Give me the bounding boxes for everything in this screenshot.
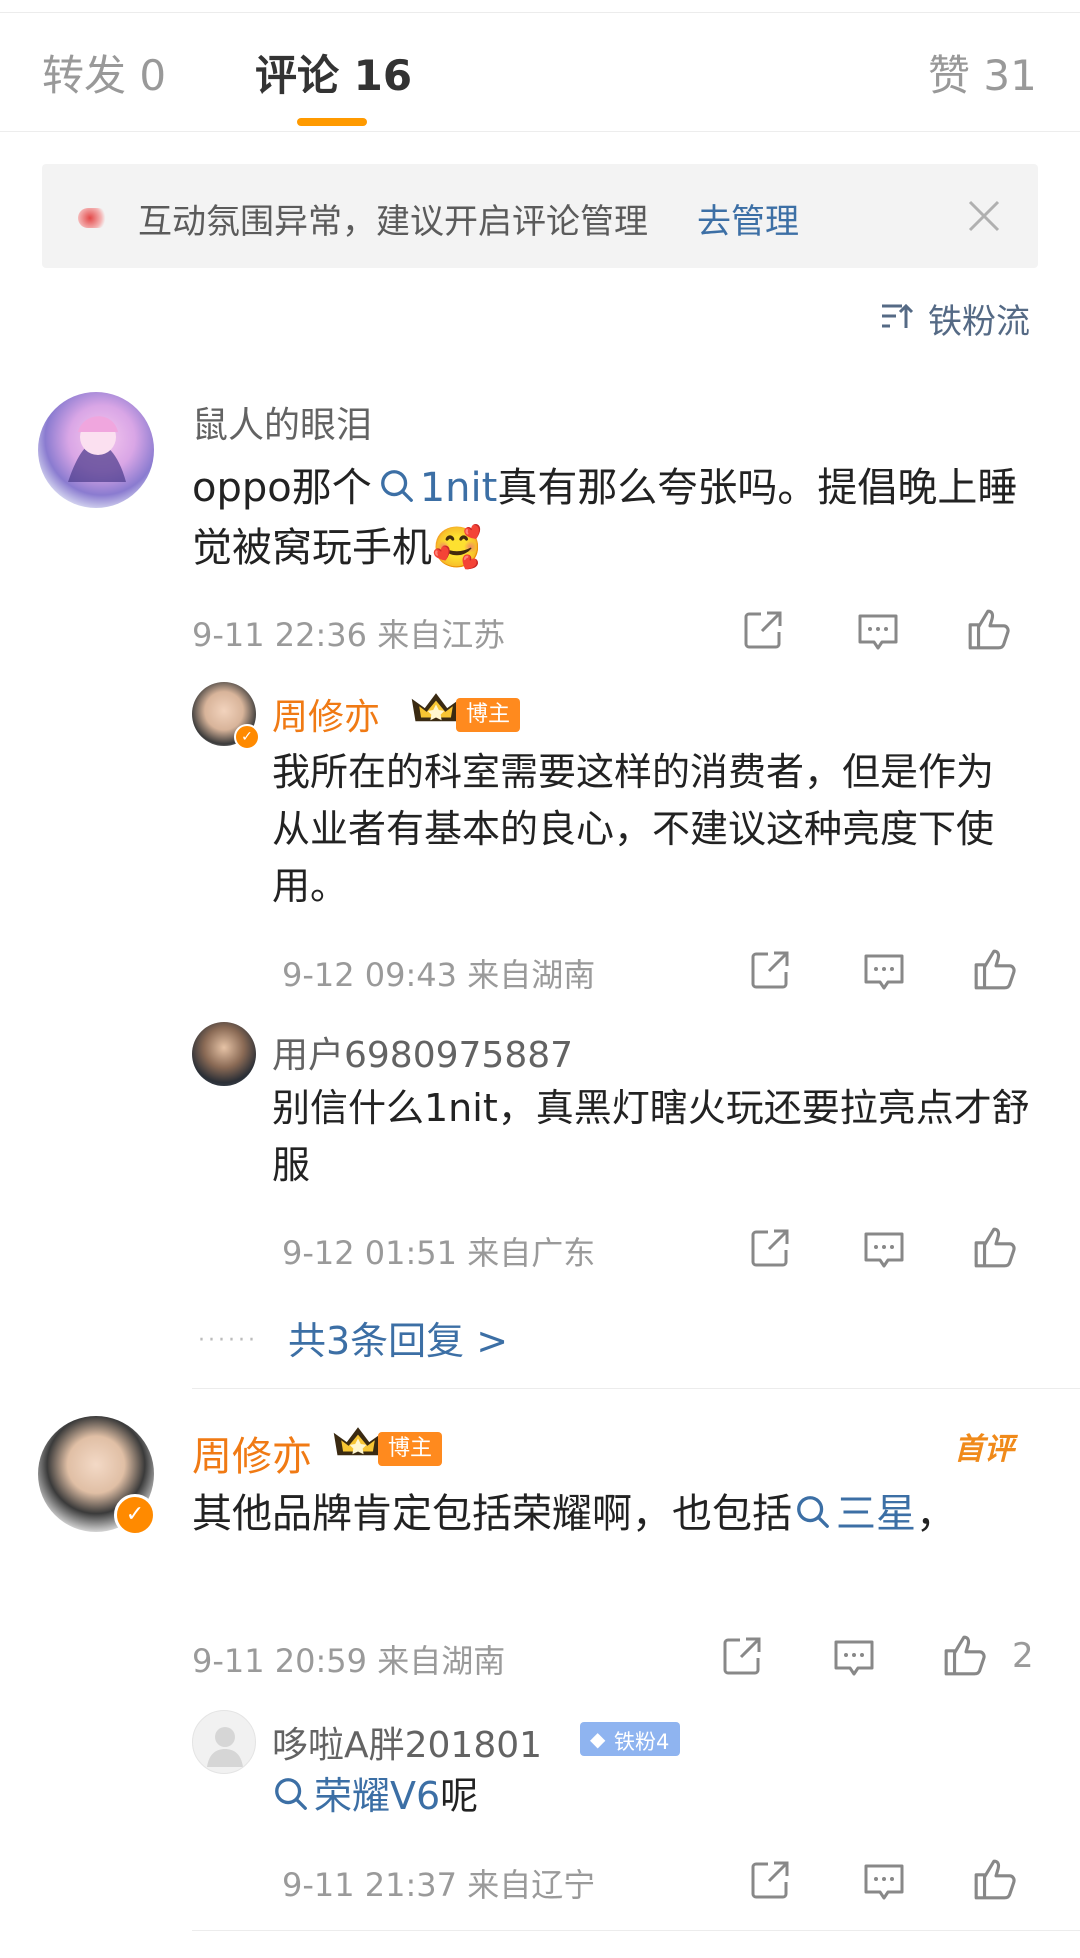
reply-meta: 9-12 09:43 来自湖南 bbox=[282, 956, 596, 994]
verified-icon: ✓ bbox=[114, 1494, 156, 1536]
like-icon[interactable] bbox=[972, 1856, 1018, 1902]
share-icon[interactable] bbox=[748, 1858, 792, 1902]
blogger-badge: 博主 bbox=[378, 1432, 442, 1466]
emoji: 🥰 bbox=[432, 525, 482, 571]
tab-like[interactable]: 赞 31 bbox=[928, 42, 1037, 103]
top-divider bbox=[0, 12, 1080, 13]
reply-text: 别信什么1nit，真黑灯瞎火玩还要拉亮点才舒服 bbox=[272, 1086, 1030, 1187]
reply-meta: 9-12 01:51 来自广东 bbox=[282, 1234, 596, 1272]
reply-author[interactable]: 用户6980975887 bbox=[272, 1026, 573, 1078]
comment-icon[interactable] bbox=[862, 950, 906, 994]
reply-author[interactable]: 哆啦A胖201801 bbox=[272, 1716, 542, 1768]
tab-repost[interactable]: 转发 0 bbox=[42, 42, 166, 103]
tabbar-divider bbox=[0, 131, 1080, 132]
comment-text: 其他品牌肯定包括荣耀啊，也包括 三星， bbox=[192, 1484, 992, 1544]
sort-label[interactable]: 铁粉流 bbox=[928, 294, 1030, 343]
comment-divider bbox=[192, 1930, 1080, 1931]
search-icon bbox=[378, 467, 416, 505]
comment-divider bbox=[192, 1388, 1080, 1389]
share-icon[interactable] bbox=[748, 1226, 792, 1270]
comment-meta: 9-11 20:59 来自湖南 bbox=[192, 1642, 506, 1680]
topic-link[interactable]: 1nit bbox=[420, 465, 498, 511]
fan-badge-label: 铁粉4 bbox=[614, 1730, 670, 1754]
share-icon[interactable] bbox=[720, 1634, 764, 1678]
comment-text: oppo那个 1nit真有那么夸张吗。提倡晚上睡觉被窝玩手机🥰 bbox=[192, 458, 1032, 578]
comment-text-part: ， bbox=[916, 1491, 956, 1537]
share-icon[interactable] bbox=[748, 948, 792, 992]
blogger-badge: 博主 bbox=[456, 698, 520, 732]
topic-link[interactable]: 荣耀V6 bbox=[314, 1774, 440, 1818]
like-icon[interactable] bbox=[966, 606, 1012, 652]
search-icon bbox=[272, 1775, 310, 1813]
share-icon[interactable] bbox=[741, 608, 785, 652]
tab-comment[interactable]: 评论 16 bbox=[255, 42, 412, 103]
comment-author[interactable]: 周修亦 bbox=[192, 1424, 312, 1482]
ellipsis-icon: ······ bbox=[198, 1328, 258, 1353]
more-replies-link[interactable]: 共3条回复 > bbox=[288, 1310, 508, 1365]
topic-link[interactable]: 三星 bbox=[836, 1491, 916, 1537]
like-icon[interactable] bbox=[972, 1224, 1018, 1270]
verified-icon: ✓ bbox=[234, 724, 260, 750]
comment-text-part: 其他品牌肯定包括荣耀啊，也包括 bbox=[192, 1491, 792, 1537]
comment-text-part: oppo那个 bbox=[192, 465, 372, 511]
reply-text: 荣耀V6呢 bbox=[272, 1768, 1012, 1825]
active-tab-indicator bbox=[297, 118, 367, 126]
sort-icon[interactable] bbox=[880, 300, 914, 332]
comment-icon[interactable] bbox=[832, 1636, 876, 1680]
like-count: 2 bbox=[1012, 1636, 1034, 1676]
reply-meta: 9-11 21:37 来自辽宁 bbox=[282, 1866, 596, 1904]
comment-meta: 9-11 22:36 来自江苏 bbox=[192, 616, 506, 654]
diamond-icon: ◆ bbox=[590, 1727, 606, 1751]
notice-manage-link[interactable]: 去管理 bbox=[697, 194, 799, 243]
first-comment-tag: 首评 bbox=[954, 1432, 1014, 1467]
avatar[interactable] bbox=[38, 392, 154, 508]
comment-icon[interactable] bbox=[856, 610, 900, 654]
fan-badge: ◆ 铁粉4 bbox=[580, 1722, 680, 1756]
like-icon[interactable] bbox=[972, 946, 1018, 992]
reply-text-part: 呢 bbox=[440, 1774, 479, 1818]
avatar[interactable] bbox=[192, 1710, 256, 1774]
search-icon bbox=[794, 1493, 832, 1531]
notice-text: 互动氛围异常，建议开启评论管理 bbox=[138, 202, 648, 242]
comment-icon[interactable] bbox=[862, 1228, 906, 1272]
warning-icon bbox=[78, 208, 108, 228]
close-icon[interactable] bbox=[966, 198, 1002, 234]
comment-author[interactable]: 鼠人的眼泪 bbox=[192, 396, 372, 448]
avatar[interactable] bbox=[192, 1022, 256, 1086]
reply-author[interactable]: 周修亦 bbox=[272, 688, 380, 740]
reply-text: 我所在的科室需要这样的消费者，但是作为从业者有基本的良心，不建议这种亮度下使用。 bbox=[272, 750, 995, 908]
comment-icon[interactable] bbox=[862, 1860, 906, 1904]
like-icon[interactable] bbox=[942, 1632, 988, 1678]
